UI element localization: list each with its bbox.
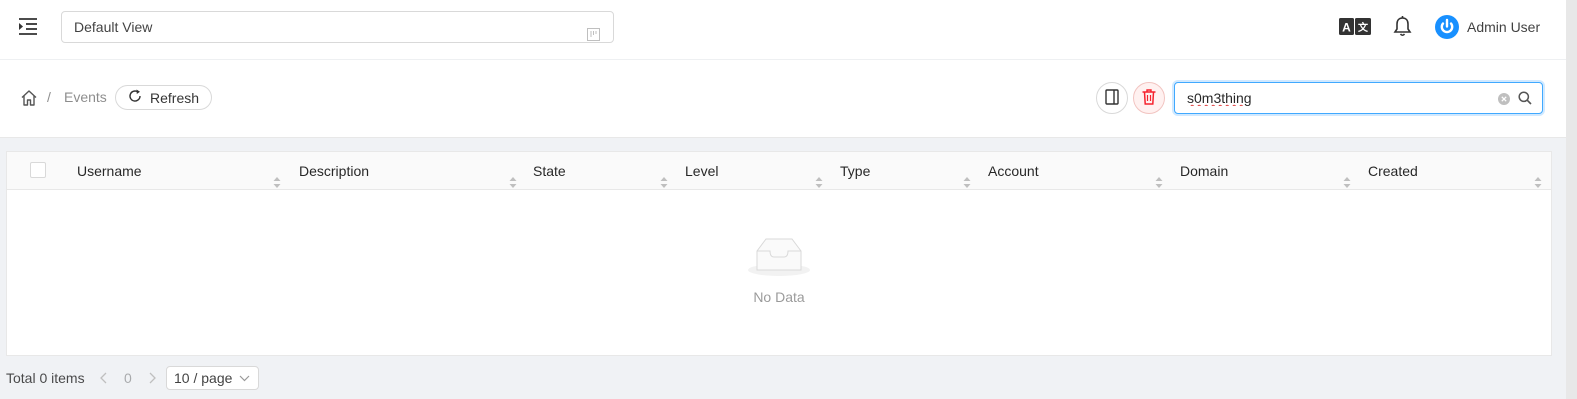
archive-icon bbox=[1105, 88, 1119, 108]
pagination: Total 0 items 0 10 / page bbox=[6, 366, 406, 390]
top-header: Default View A文 Admin User bbox=[0, 0, 1566, 60]
sort-icon bbox=[273, 165, 281, 188]
sort-icon bbox=[815, 165, 823, 188]
column-type[interactable]: Type bbox=[840, 152, 977, 190]
column-description[interactable]: Description bbox=[299, 152, 521, 190]
delete-icon bbox=[1142, 88, 1156, 108]
select-all-checkbox[interactable] bbox=[30, 162, 46, 178]
bell-icon[interactable] bbox=[1393, 16, 1412, 37]
sort-icon bbox=[1534, 165, 1542, 188]
column-domain[interactable]: Domain bbox=[1180, 152, 1356, 190]
sort-icon bbox=[1155, 165, 1163, 188]
chevron-right-icon[interactable] bbox=[147, 371, 157, 384]
home-icon[interactable] bbox=[20, 89, 38, 107]
chevron-down-icon bbox=[239, 375, 250, 382]
sort-icon bbox=[509, 165, 517, 188]
refresh-label: Refresh bbox=[150, 89, 200, 106]
column-level[interactable]: Level bbox=[685, 152, 828, 190]
inbox-empty-icon bbox=[747, 235, 811, 277]
window-scrollbar[interactable] bbox=[1566, 0, 1577, 399]
user-name: Admin User bbox=[1467, 19, 1541, 35]
search-box bbox=[1174, 82, 1543, 114]
project-icon bbox=[587, 21, 600, 41]
column-created[interactable]: Created bbox=[1368, 152, 1544, 190]
breadcrumb-events: Events bbox=[64, 89, 107, 105]
sort-icon bbox=[660, 165, 668, 188]
column-state[interactable]: State bbox=[533, 152, 673, 190]
sort-icon bbox=[963, 165, 971, 188]
menu-fold-icon[interactable] bbox=[17, 16, 39, 36]
table-header: Username Description State Level Type Ac… bbox=[7, 152, 1551, 190]
search-icon[interactable] bbox=[1518, 91, 1532, 105]
breadcrumb-separator: / bbox=[47, 89, 51, 105]
column-username[interactable]: Username bbox=[77, 152, 285, 190]
column-account[interactable]: Account bbox=[988, 152, 1168, 190]
svg-text:文: 文 bbox=[1358, 21, 1369, 34]
breadcrumb-bar: / Events Refresh bbox=[0, 60, 1566, 138]
view-select[interactable]: Default View bbox=[61, 11, 614, 43]
empty-state: No Data bbox=[7, 190, 1551, 355]
delete-button[interactable] bbox=[1133, 82, 1165, 114]
reload-icon bbox=[128, 89, 150, 106]
view-select-value: Default View bbox=[74, 19, 153, 35]
events-table: Username Description State Level Type Ac… bbox=[6, 151, 1552, 356]
current-page: 0 bbox=[124, 370, 132, 386]
translate-icon[interactable]: A文 bbox=[1339, 18, 1371, 35]
page-size-select[interactable]: 10 / page bbox=[166, 366, 259, 390]
power-icon bbox=[1435, 15, 1459, 39]
sort-icon bbox=[1343, 165, 1351, 188]
page-size-value: 10 / page bbox=[174, 370, 233, 386]
chevron-left-icon[interactable] bbox=[99, 371, 109, 384]
svg-text:A: A bbox=[1342, 21, 1351, 35]
close-circle-icon[interactable] bbox=[1498, 92, 1510, 105]
empty-text: No Data bbox=[753, 289, 805, 305]
refresh-button[interactable]: Refresh bbox=[115, 85, 212, 110]
total-items: Total 0 items bbox=[6, 370, 85, 386]
search-input[interactable] bbox=[1175, 83, 1493, 113]
archive-button[interactable] bbox=[1096, 82, 1128, 114]
user-menu[interactable]: Admin User bbox=[1435, 14, 1540, 40]
